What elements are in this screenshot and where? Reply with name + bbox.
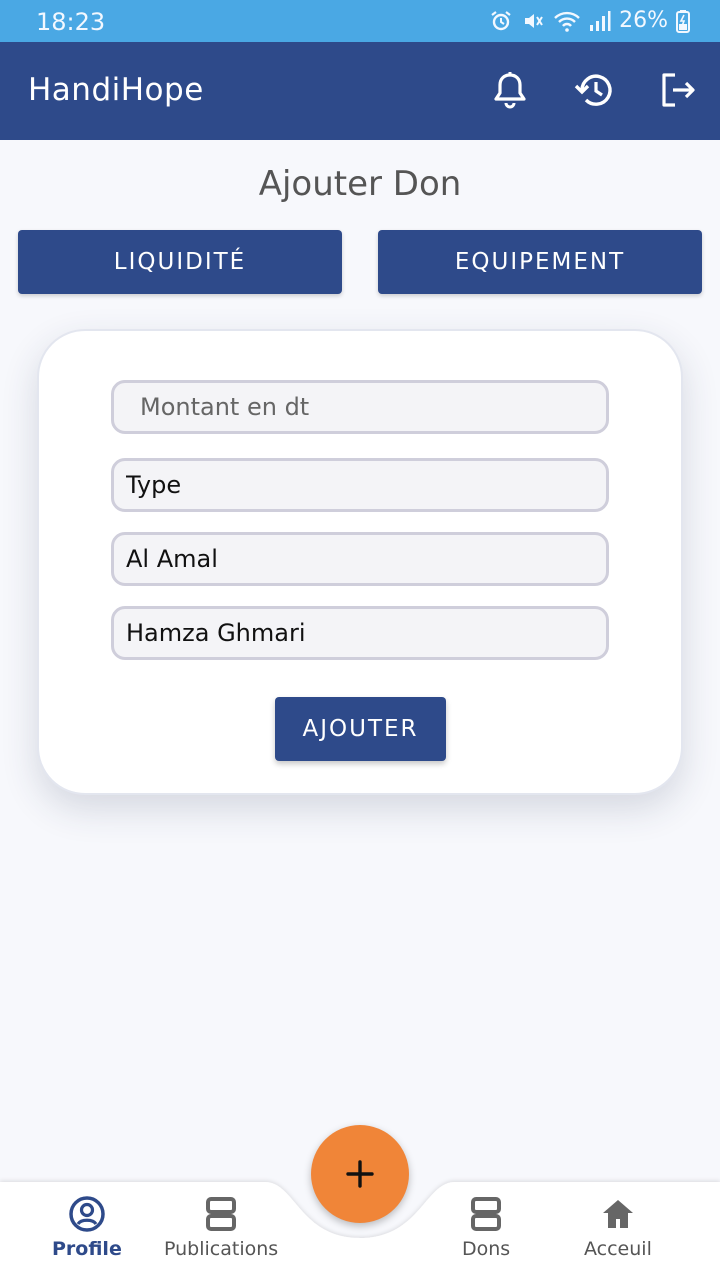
- nav-label-profile: Profile: [52, 1238, 122, 1260]
- bell-icon[interactable]: [488, 68, 532, 112]
- nav-item-acceuil[interactable]: Acceuil: [584, 1196, 652, 1260]
- dons-icon: [471, 1197, 502, 1231]
- app-bar: HandiHope: [0, 42, 720, 140]
- signal-icon: [590, 10, 611, 31]
- profile-icon: [69, 1196, 105, 1232]
- nav-item-dons[interactable]: Dons: [462, 1196, 510, 1260]
- wifi-icon: [554, 11, 580, 32]
- logout-icon[interactable]: [656, 68, 700, 112]
- donation-form-card: AJOUTER: [37, 329, 683, 795]
- nav-label-dons: Dons: [462, 1238, 511, 1260]
- history-icon[interactable]: [572, 68, 616, 112]
- type-input[interactable]: [111, 458, 609, 512]
- page-title: Ajouter Don: [258, 164, 462, 204]
- app-title: HandiHope: [28, 72, 204, 108]
- equipement-button[interactable]: EQUIPEMENT: [378, 230, 702, 294]
- add-fab-button[interactable]: [311, 1125, 409, 1223]
- ajouter-button[interactable]: AJOUTER: [275, 697, 446, 761]
- nav-item-profile[interactable]: Profile: [52, 1196, 122, 1260]
- mute-icon: [525, 13, 543, 28]
- donor-name-input[interactable]: [111, 606, 609, 660]
- battery-charging-icon: [676, 9, 690, 33]
- montant-input[interactable]: [111, 380, 609, 434]
- home-icon: [602, 1200, 633, 1228]
- association-input[interactable]: [111, 532, 609, 586]
- status-icons: 26%: [489, 8, 690, 33]
- battery-percent: 26%: [619, 8, 668, 33]
- alarm-icon: [491, 10, 511, 30]
- nav-item-publications[interactable]: Publications: [164, 1196, 278, 1260]
- status-bar: 18:23 26%: [0, 0, 720, 42]
- nav-label-publications: Publications: [164, 1238, 279, 1260]
- status-time: 18:23: [36, 8, 106, 36]
- plus-icon: [346, 1160, 374, 1188]
- publications-icon: [206, 1197, 237, 1231]
- liquidite-button[interactable]: LIQUIDITÉ: [18, 230, 342, 294]
- nav-label-acceuil: Acceuil: [584, 1238, 652, 1260]
